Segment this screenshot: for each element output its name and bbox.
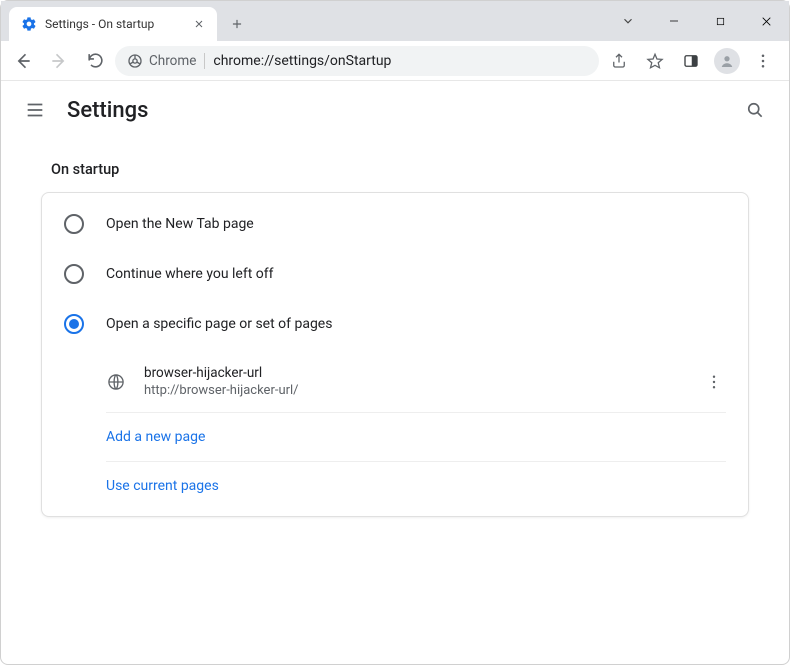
chrome-logo-icon xyxy=(127,53,143,69)
address-bar[interactable]: Chrome chrome://settings/onStartup xyxy=(115,46,599,76)
scheme-label: Chrome xyxy=(149,53,196,69)
reload-button[interactable] xyxy=(79,45,111,77)
close-window-button[interactable] xyxy=(743,2,789,40)
tab-title: Settings - On startup xyxy=(45,17,183,31)
back-button[interactable] xyxy=(7,45,39,77)
startup-pages-list: browser-hijacker-url http://browser-hija… xyxy=(42,349,748,510)
side-panel-button[interactable] xyxy=(675,45,707,77)
startup-settings-card: Open the New Tab page Continue where you… xyxy=(41,192,749,517)
bookmark-button[interactable] xyxy=(639,45,671,77)
site-info[interactable]: Chrome xyxy=(127,53,196,69)
globe-icon xyxy=(106,372,126,392)
settings-header: Settings xyxy=(1,81,789,139)
window-controls xyxy=(605,1,789,41)
section-label: On startup xyxy=(41,149,749,192)
window-titlebar: Settings - On startup xyxy=(1,1,789,41)
avatar-icon xyxy=(714,48,740,74)
option-label: Continue where you left off xyxy=(106,266,274,282)
tab-search-button[interactable] xyxy=(605,2,651,40)
separator xyxy=(204,53,205,69)
add-page-link[interactable]: Add a new page xyxy=(106,412,726,461)
startup-page-url: http://browser-hijacker-url/ xyxy=(144,383,299,398)
option-new-tab[interactable]: Open the New Tab page xyxy=(42,199,748,249)
gear-icon xyxy=(21,16,37,32)
url-text: chrome://settings/onStartup xyxy=(213,53,391,69)
startup-page-title: browser-hijacker-url xyxy=(144,365,299,381)
browser-toolbar: Chrome chrome://settings/onStartup xyxy=(1,41,789,81)
entry-text: browser-hijacker-url http://browser-hija… xyxy=(144,365,299,398)
content-area: On startup Open the New Tab page Continu… xyxy=(1,139,789,517)
option-label: Open the New Tab page xyxy=(106,216,254,232)
entry-menu-button[interactable] xyxy=(702,370,726,394)
maximize-button[interactable] xyxy=(697,2,743,40)
toolbar-actions xyxy=(603,45,783,77)
profile-button[interactable] xyxy=(711,45,743,77)
option-specific-pages[interactable]: Open a specific page or set of pages xyxy=(42,299,748,349)
use-current-pages-link[interactable]: Use current pages xyxy=(106,461,726,510)
new-tab-button[interactable] xyxy=(223,10,251,38)
close-tab-button[interactable] xyxy=(191,16,207,32)
radio-icon-selected xyxy=(64,314,84,334)
forward-button[interactable] xyxy=(43,45,75,77)
startup-page-entry: browser-hijacker-url http://browser-hija… xyxy=(106,351,726,412)
share-button[interactable] xyxy=(603,45,635,77)
settings-menu-button[interactable] xyxy=(21,96,49,124)
option-label: Open a specific page or set of pages xyxy=(106,316,332,332)
radio-icon xyxy=(64,264,84,284)
browser-tab[interactable]: Settings - On startup xyxy=(9,7,217,41)
option-continue[interactable]: Continue where you left off xyxy=(42,249,748,299)
page-title: Settings xyxy=(67,98,148,123)
settings-search-button[interactable] xyxy=(741,96,769,124)
minimize-button[interactable] xyxy=(651,2,697,40)
menu-button[interactable] xyxy=(747,45,779,77)
radio-icon xyxy=(64,214,84,234)
